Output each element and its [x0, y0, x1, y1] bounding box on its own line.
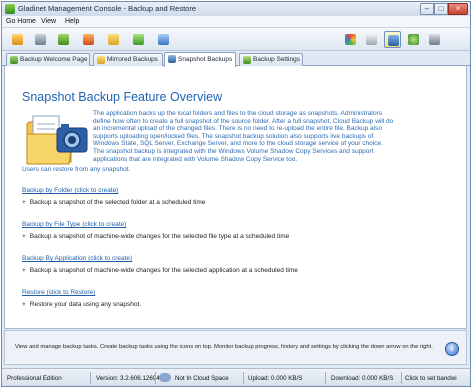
backup-by-file-type-desc: + Backup a snapshot of machine-wide chang… — [22, 233, 289, 240]
bullet-icon: + — [22, 267, 26, 274]
bandwidth-setting-link[interactable]: Click to set bandwi — [405, 375, 457, 382]
settings-icon — [429, 34, 440, 45]
tab-backup-settings[interactable]: Backup Settings — [239, 53, 303, 66]
status-divider — [243, 372, 244, 384]
camera-icon — [168, 55, 176, 63]
tab-mirrored-backups[interactable]: Mirrored Backups — [93, 53, 163, 66]
description-line: Windows State, SQL Server, Exchange Serv… — [93, 140, 383, 148]
tab-strip: Backup Welcome Page Mirrored Backups Sna… — [2, 51, 470, 67]
description-line: The application backs up the local folde… — [93, 110, 383, 117]
window-title: Gladinet Management Console - Backup and… — [18, 4, 197, 13]
download-speed: Download: 0.000 KB/S — [331, 375, 394, 382]
home-button[interactable] — [9, 31, 26, 48]
description-line: applications that are integrated with Vo… — [93, 155, 298, 163]
status-bar: Professional Edition Version: 3.2.606.12… — [2, 368, 470, 386]
tab-label: Snapshot Backups — [178, 56, 233, 63]
tab-snapshot-backups[interactable]: Snapshot Backups — [164, 52, 236, 67]
server-icon — [58, 34, 69, 45]
bullet-icon: + — [22, 233, 26, 240]
action-description: Backup a snapshot of the selected folder… — [29, 199, 206, 206]
action-description: Backup a snapshot of machine-wide change… — [29, 233, 290, 240]
status-divider — [325, 372, 326, 384]
cloud-folder-button[interactable] — [130, 31, 147, 48]
version-label: Version: 3.2.606.12694 — [96, 375, 160, 382]
snapshot-button[interactable] — [384, 31, 401, 48]
wrench-icon — [35, 34, 46, 45]
status-divider — [401, 372, 402, 384]
description-line: define how often to create a full snapsh… — [93, 117, 394, 125]
maximize-button[interactable]: □ — [434, 3, 448, 15]
close-button[interactable]: × — [448, 3, 468, 15]
restore-note: Users can restore from any snapshot. — [22, 166, 131, 173]
menu-view[interactable]: View — [41, 18, 56, 25]
flame-icon — [83, 34, 94, 45]
menu-help[interactable]: Help — [65, 18, 79, 25]
home-icon — [12, 34, 23, 45]
cloud-icon — [159, 373, 171, 382]
app-window: Gladinet Management Console - Backup and… — [1, 1, 471, 387]
settings-button[interactable] — [426, 31, 443, 48]
backup-by-application-link[interactable]: Backup By Application (click to create) — [22, 255, 132, 262]
mirror-button[interactable] — [363, 31, 380, 48]
page-title: Snapshot Backup Feature Overview — [22, 90, 223, 104]
bullet-icon: + — [22, 301, 26, 308]
cloud-folder-icon — [133, 34, 144, 45]
app-logo-icon — [5, 4, 15, 14]
action-description: Backup a snapshot of machine-wide change… — [29, 267, 298, 274]
gear-icon — [243, 56, 251, 64]
info-icon[interactable]: i — [445, 342, 459, 356]
info-bar: View and manage backup tasks. Create bac… — [4, 330, 467, 365]
edition-label: Professional Edition — [7, 375, 62, 382]
server-button[interactable] — [55, 31, 72, 48]
title-bar[interactable]: Gladinet Management Console - Backup and… — [2, 2, 470, 16]
tools-button[interactable] — [32, 31, 49, 48]
info-text: View and manage backup tasks. Create bac… — [15, 344, 433, 350]
menu-bar: Go Home View Help — [2, 16, 470, 28]
upload-speed: Upload: 0.000 KB/S — [248, 375, 303, 382]
snapshot-icon — [388, 35, 399, 46]
sheep-icon — [366, 34, 377, 45]
folder-sync-button[interactable] — [105, 31, 122, 48]
tab-backup-welcome[interactable]: Backup Welcome Page — [6, 53, 90, 66]
snapshot-overview-panel: Snapshot Backup Feature Overview The app… — [4, 66, 467, 329]
tab-label: Mirrored Backups — [107, 56, 158, 63]
status-divider — [155, 372, 156, 384]
description-line: The snapshot backup is integrated with t… — [93, 147, 374, 155]
folder-sync-icon — [108, 34, 119, 45]
globe-icon — [408, 34, 419, 45]
bullet-icon: + — [22, 199, 26, 206]
restore-desc: + Restore your data using any snapshot. — [22, 301, 141, 308]
cloud-space-status: Not In Cloud Space — [175, 375, 229, 382]
status-divider — [90, 372, 91, 384]
globe-button[interactable] — [405, 31, 422, 48]
tab-label: Backup Welcome Page — [20, 56, 88, 63]
folder-icon — [97, 56, 105, 64]
toolbar — [2, 28, 470, 51]
minimize-button[interactable]: – — [420, 3, 434, 15]
description-line: supports uploading open/locked files. Th… — [93, 132, 374, 140]
refresh-icon — [158, 34, 169, 45]
backup-by-folder-link[interactable]: Backup by Folder (click to create) — [22, 187, 118, 194]
action-description: Restore your data using any snapshot. — [29, 301, 142, 308]
backup-by-folder-desc: + Backup a snapshot of the selected folde… — [22, 199, 205, 206]
refresh-button[interactable] — [155, 31, 172, 48]
back-arrow-icon — [10, 56, 18, 64]
snapshot-folder-icon — [26, 115, 88, 165]
burn-button[interactable] — [80, 31, 97, 48]
description-line: an incremental upload of the changed fil… — [93, 125, 382, 133]
theme-button[interactable] — [342, 31, 359, 48]
feature-description: The application backs up the local folde… — [93, 110, 463, 163]
backup-by-application-desc: + Backup a snapshot of machine-wide chang… — [22, 267, 298, 274]
backup-by-file-type-link[interactable]: Backup by File Type (click to create) — [22, 221, 126, 228]
palette-icon — [345, 34, 356, 45]
menu-go-home[interactable]: Go Home — [6, 18, 36, 25]
tab-label: Backup Settings — [253, 56, 300, 63]
restore-link[interactable]: Restore (click to Restore) — [22, 289, 95, 296]
